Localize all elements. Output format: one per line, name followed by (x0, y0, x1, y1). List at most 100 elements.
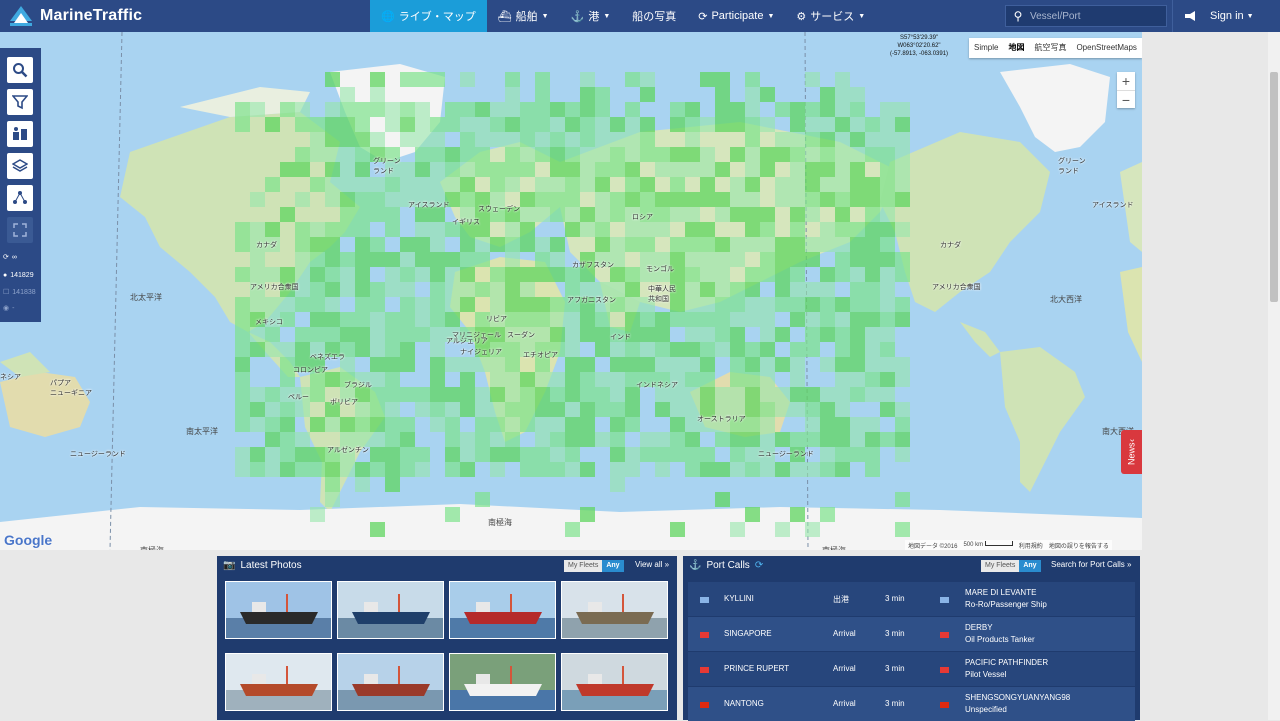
density-cell[interactable] (655, 312, 670, 327)
density-cell[interactable] (835, 102, 850, 117)
density-cell[interactable] (505, 402, 520, 417)
density-cell[interactable] (880, 357, 895, 372)
density-cell[interactable] (250, 222, 265, 237)
density-cell[interactable] (745, 282, 760, 297)
density-cell[interactable] (490, 177, 505, 192)
page-scrollbar[interactable] (1268, 32, 1280, 720)
density-cell[interactable] (460, 132, 475, 147)
density-cell[interactable] (865, 222, 880, 237)
density-cell[interactable] (505, 147, 520, 162)
density-cell[interactable] (835, 237, 850, 252)
density-cell[interactable] (610, 132, 625, 147)
density-cell[interactable] (610, 372, 625, 387)
density-cell[interactable] (805, 117, 820, 132)
density-cell[interactable] (595, 327, 610, 342)
density-cell[interactable] (550, 252, 565, 267)
density-cell[interactable] (505, 342, 520, 357)
density-cell[interactable] (700, 327, 715, 342)
density-cell[interactable] (685, 267, 700, 282)
density-cell[interactable] (340, 207, 355, 222)
density-cell[interactable] (295, 297, 310, 312)
density-cell[interactable] (310, 312, 325, 327)
density-cell[interactable] (850, 177, 865, 192)
density-cell[interactable] (565, 462, 580, 477)
density-cell[interactable] (370, 72, 385, 87)
density-cell[interactable] (490, 402, 505, 417)
density-cell[interactable] (610, 447, 625, 462)
density-cell[interactable] (490, 447, 505, 462)
density-cell[interactable] (385, 387, 400, 402)
density-cell[interactable] (640, 222, 655, 237)
density-cell[interactable] (700, 147, 715, 162)
menu-participate[interactable]: ⟳ Participate ▼ (687, 0, 785, 32)
density-cell[interactable] (565, 342, 580, 357)
density-cell[interactable] (370, 87, 385, 102)
port-call-row[interactable]: KYLLINI 出港 3 min MARE DI LEVANTE Ro-Ro/Passe… (688, 582, 1135, 616)
density-cell[interactable] (310, 267, 325, 282)
density-cell[interactable] (490, 117, 505, 132)
density-cell[interactable] (760, 267, 775, 282)
density-cell[interactable] (325, 312, 340, 327)
density-cell[interactable] (775, 402, 790, 417)
density-cell[interactable] (760, 342, 775, 357)
density-cell[interactable] (895, 402, 910, 417)
density-cell[interactable] (775, 267, 790, 282)
density-cell[interactable] (595, 387, 610, 402)
density-cell[interactable] (820, 192, 835, 207)
density-cell[interactable] (505, 87, 520, 102)
density-cell[interactable] (460, 147, 475, 162)
density-cell[interactable] (430, 237, 445, 252)
density-cell[interactable] (550, 312, 565, 327)
signin-button[interactable]: Sign in ▼ (1210, 0, 1254, 32)
density-cell[interactable] (865, 252, 880, 267)
density-cell[interactable] (790, 297, 805, 312)
density-cell[interactable] (760, 207, 775, 222)
density-cell[interactable] (850, 117, 865, 132)
density-cell[interactable] (850, 282, 865, 297)
density-cell[interactable] (565, 312, 580, 327)
density-cell[interactable] (865, 267, 880, 282)
density-cell[interactable] (640, 72, 655, 87)
density-cell[interactable] (670, 342, 685, 357)
density-cell[interactable] (565, 417, 580, 432)
density-cell[interactable] (385, 207, 400, 222)
density-cell[interactable] (505, 102, 520, 117)
density-cell[interactable] (235, 417, 250, 432)
density-cell[interactable] (340, 312, 355, 327)
ship-photo-thumbnail[interactable] (449, 653, 556, 711)
ports-my-fleets-toggle[interactable]: My Fleets (981, 560, 1020, 572)
density-cell[interactable] (835, 132, 850, 147)
density-cell[interactable] (295, 327, 310, 342)
density-cell[interactable] (730, 387, 745, 402)
density-cell[interactable] (505, 357, 520, 372)
density-cell[interactable] (715, 117, 730, 132)
density-cell[interactable] (400, 357, 415, 372)
density-cell[interactable] (745, 432, 760, 447)
density-cell[interactable] (685, 462, 700, 477)
density-cell[interactable] (460, 252, 475, 267)
live-map[interactable]: グリーン ランド アイスランド スウェーデン ロシア カナダ カザフスタン モンゴル 中華人民… (0, 32, 1142, 550)
density-cell[interactable] (250, 342, 265, 357)
view-all-photos-link[interactable]: View all » (635, 560, 669, 569)
density-cell[interactable] (430, 372, 445, 387)
density-cell[interactable] (445, 447, 460, 462)
density-cell[interactable] (250, 267, 265, 282)
density-cell[interactable] (550, 447, 565, 462)
density-cell[interactable] (685, 252, 700, 267)
density-cell[interactable] (370, 252, 385, 267)
density-cell[interactable] (880, 387, 895, 402)
density-cell[interactable] (385, 252, 400, 267)
density-cell[interactable] (370, 387, 385, 402)
density-cell[interactable] (400, 267, 415, 282)
news-tab[interactable]: News ‹ (1121, 430, 1142, 474)
density-cell[interactable] (400, 297, 415, 312)
density-cell[interactable] (415, 252, 430, 267)
density-cell[interactable] (745, 297, 760, 312)
density-cell[interactable] (700, 357, 715, 372)
density-cell[interactable] (400, 312, 415, 327)
density-cell[interactable] (715, 312, 730, 327)
checkbox-icon[interactable]: ☐ (3, 288, 9, 296)
density-cell[interactable] (535, 447, 550, 462)
density-cell[interactable] (700, 462, 715, 477)
density-cell[interactable] (730, 297, 745, 312)
